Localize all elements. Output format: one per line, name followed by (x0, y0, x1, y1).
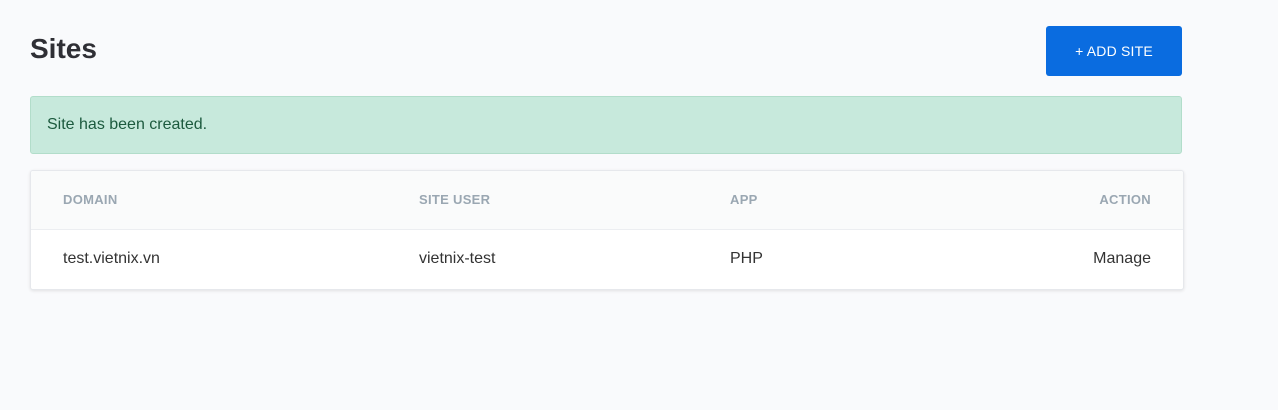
column-header-action: ACTION (1099, 192, 1151, 207)
table-header: DOMAIN SITE USER APP ACTION (31, 171, 1183, 230)
table-row: test.vietnix.vn vietnix-test PHP Manage (31, 230, 1183, 289)
add-site-button[interactable]: + ADD SITE (1046, 26, 1182, 76)
cell-site-user: vietnix-test (419, 250, 496, 267)
manage-link[interactable]: Manage (1093, 250, 1151, 268)
page-title: Sites (30, 33, 97, 64)
cell-app: PHP (730, 250, 763, 267)
column-header-domain: DOMAIN (63, 192, 118, 207)
sites-table: DOMAIN SITE USER APP ACTION test.vietnix… (30, 170, 1184, 290)
cell-domain: test.vietnix.vn (63, 250, 160, 267)
alert-message: Site has been created. (47, 116, 208, 133)
column-header-site-user: SITE USER (419, 192, 491, 207)
column-header-app: APP (730, 192, 758, 207)
success-alert: Site has been created. (30, 96, 1182, 154)
